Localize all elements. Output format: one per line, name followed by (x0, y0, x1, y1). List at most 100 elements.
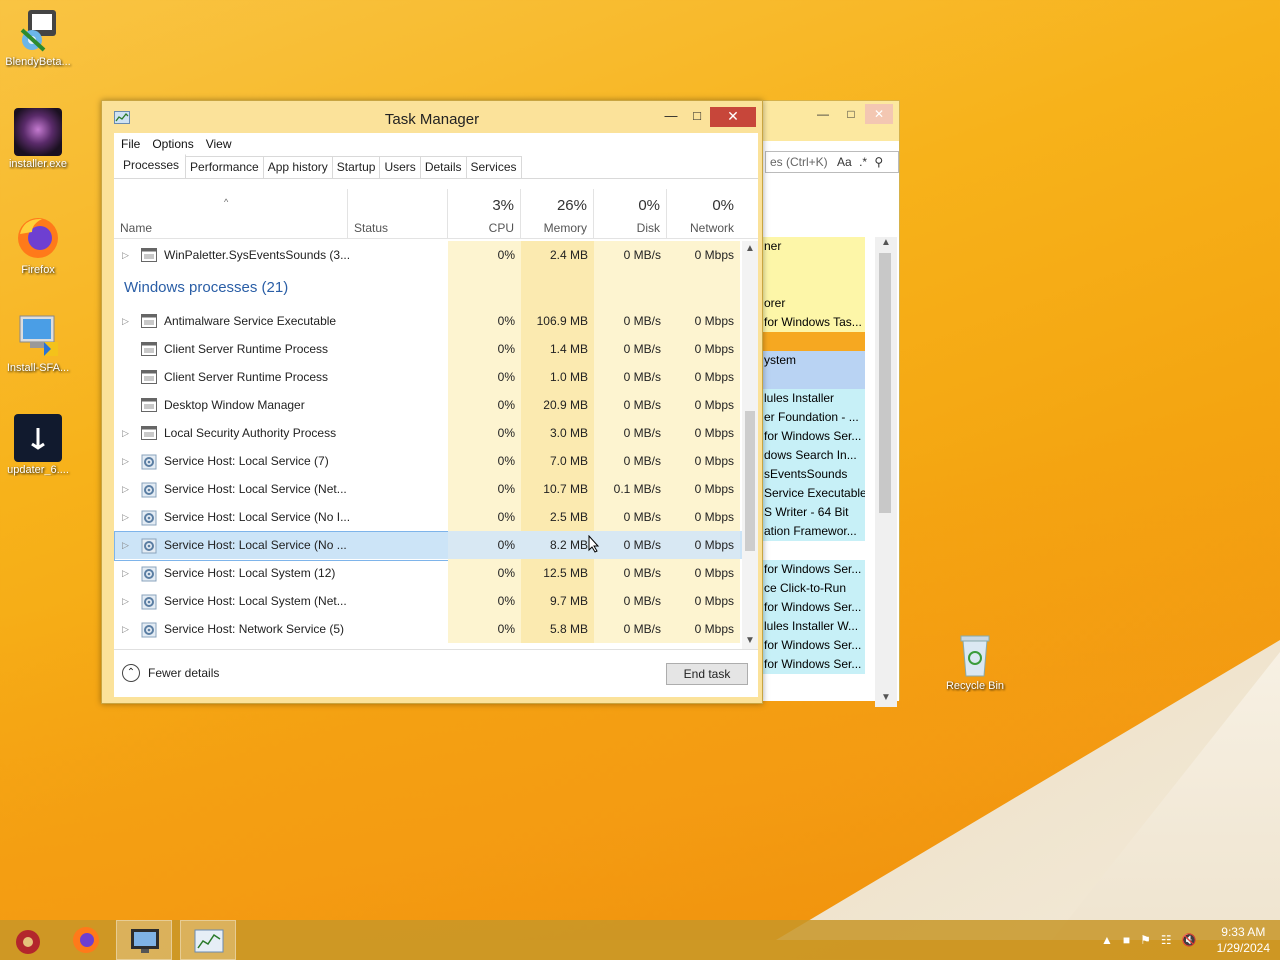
background-window[interactable]: — □ ✕ es (Ctrl+K) Aa .* ⚲ ner orer for Win… (760, 100, 900, 707)
close-button[interactable]: ✕ (710, 107, 756, 127)
expand-arrow-icon[interactable]: ▷ (122, 447, 129, 475)
process-tree-item[interactable]: for Windows Tas... (761, 313, 865, 332)
process-tree-item[interactable] (761, 275, 865, 294)
process-tree-item[interactable]: dows Search In... (761, 446, 865, 465)
column-disk[interactable]: 0% Disk (594, 189, 667, 239)
expand-arrow-icon[interactable]: ▷ (122, 475, 129, 503)
menu-file[interactable]: File (116, 137, 147, 151)
tab-services[interactable]: Services (465, 156, 522, 178)
scroll-up-icon[interactable]: ▲ (742, 241, 758, 257)
desktop-icon-blendybeta[interactable]: BlendyBeta... (0, 6, 76, 68)
action-center-icon[interactable]: ■ (1123, 933, 1130, 947)
scrollbar-thumb[interactable] (745, 411, 755, 551)
process-row[interactable]: ▷ Local Security Authority Process 0% 3.0 M… (114, 419, 742, 447)
maximize-button[interactable]: □ (684, 107, 710, 127)
process-tree-item[interactable]: ystem (761, 351, 865, 370)
network-icon[interactable]: ☷ (1161, 933, 1172, 947)
process-row[interactable]: ▷ Service Host: Local Service (No I... 0% 2… (114, 503, 742, 531)
taskbar-app-button[interactable] (0, 920, 56, 960)
taskbar-firefox-button[interactable] (58, 920, 114, 960)
process-tree-item[interactable]: Service Executable (761, 484, 865, 503)
search-input[interactable]: es (Ctrl+K) Aa .* ⚲ (765, 151, 899, 173)
process-tree-item[interactable] (761, 256, 865, 275)
expand-arrow-icon[interactable]: ▷ (122, 419, 129, 447)
process-tree-item[interactable] (761, 541, 865, 560)
clock[interactable]: 9:33 AM 1/29/2024 (1217, 924, 1270, 956)
process-tree-item[interactable]: for Windows Ser... (761, 427, 865, 446)
process-tree-item[interactable] (761, 370, 865, 389)
process-tree-item[interactable] (761, 332, 865, 351)
tab-processes[interactable]: Processes (116, 154, 187, 178)
process-row-selected[interactable]: ▷ Service Host: Local Service (No ... 0% 8.… (114, 531, 742, 561)
process-tree-item[interactable]: lules Installer (761, 389, 865, 408)
vertical-scrollbar[interactable]: ▲ ▼ (875, 237, 897, 707)
process-tree-item[interactable]: for Windows Ser... (761, 560, 865, 579)
process-row[interactable]: ▷ Service Host: Local Service (Net... 0% 10… (114, 475, 742, 503)
desktop-icon-installer[interactable]: installer.exe (0, 108, 76, 170)
process-row[interactable]: ▷ Service Host: Local System (12) 0% 12.5 M… (114, 559, 742, 587)
scroll-up-icon[interactable]: ▲ (875, 237, 897, 248)
expand-arrow-icon[interactable]: ▷ (122, 559, 129, 587)
process-row[interactable]: ▷ Service Host: Local Service (7) 0% 7.0 MB… (114, 447, 742, 475)
process-row[interactable]: ▷ Antimalware Service Executable 0% 106.9 M… (114, 307, 742, 335)
process-tree-item[interactable]: er Foundation - ... (761, 408, 865, 427)
process-tree-item[interactable]: ner (761, 237, 865, 256)
scroll-down-icon[interactable]: ▼ (742, 633, 758, 649)
desktop-icon-recycle-bin[interactable]: Recycle Bin (937, 630, 1013, 692)
column-cpu[interactable]: 3% CPU (448, 189, 521, 239)
regex-icon[interactable]: .* (859, 155, 867, 169)
process-row[interactable]: ▷ Service Host: Local System (Net... 0% 9.7… (114, 587, 742, 615)
expand-arrow-icon[interactable]: ▷ (122, 587, 129, 615)
expand-arrow-icon[interactable]: ▷ (122, 307, 129, 335)
match-case-toggle[interactable]: Aa (837, 155, 852, 169)
scrollbar-thumb[interactable] (879, 253, 891, 513)
expand-arrow-icon[interactable]: ▷ (122, 503, 129, 531)
process-row[interactable]: Desktop Window Manager 0% 20.9 MB 0 MB/s 0 M… (114, 391, 742, 419)
minimize-button[interactable]: — (809, 104, 837, 124)
process-list-scrollbar[interactable]: ▲ ▼ (742, 241, 758, 649)
tab-users[interactable]: Users (379, 156, 421, 178)
search-icon[interactable]: ⚲ (874, 155, 883, 169)
process-row[interactable]: ▷ Service Host: Network Service (5) 0% 5.8 … (114, 615, 742, 643)
flag-icon[interactable]: ⚑ (1140, 933, 1151, 947)
expand-arrow-icon[interactable]: ▷ (122, 531, 129, 559)
tab-startup[interactable]: Startup (331, 156, 381, 178)
taskbar-remote-desktop-button[interactable] (116, 920, 172, 960)
maximize-button[interactable]: □ (837, 104, 865, 124)
process-tree-item[interactable]: ce Click-to-Run (761, 579, 865, 598)
desktop-icon-updater[interactable]: updater_6.... (0, 414, 76, 476)
process-tree-item[interactable]: orer (761, 294, 865, 313)
close-button[interactable]: ✕ (865, 104, 893, 124)
column-memory[interactable]: 26% Memory (521, 189, 594, 239)
task-manager-window[interactable]: Task Manager — □ ✕ File Options View Pro… (101, 100, 763, 704)
tab-performance[interactable]: Performance (185, 156, 264, 178)
volume-muted-icon[interactable]: 🔇 (1182, 933, 1197, 947)
fewer-details-button[interactable]: ⌃ Fewer details (122, 664, 219, 682)
tab-app-history[interactable]: App history (262, 156, 333, 178)
process-row[interactable]: Client Server Runtime Process 0% 1.0 MB 0 M… (114, 363, 742, 391)
process-tree-item[interactable]: lules Installer W... (761, 617, 865, 636)
title-bar[interactable]: Task Manager — □ ✕ (102, 101, 762, 133)
taskbar-task-manager-button[interactable] (180, 920, 236, 960)
process-tree-item[interactable]: for Windows Ser... (761, 636, 865, 655)
minimize-button[interactable]: — (658, 107, 684, 127)
desktop-icon-firefox[interactable]: Firefox (0, 214, 76, 276)
column-name[interactable]: ^ Name (114, 189, 348, 239)
process-row[interactable]: Client Server Runtime Process 0% 1.4 MB 0 M… (114, 335, 742, 363)
expand-arrow-icon[interactable]: ▷ (122, 615, 129, 643)
show-hidden-icons-chevron-icon[interactable]: ▲ (1101, 933, 1113, 947)
process-tree-item[interactable]: for Windows Ser... (761, 598, 865, 617)
process-tree-item[interactable]: sEventsSounds (761, 465, 865, 484)
column-status[interactable]: Status (348, 189, 448, 239)
process-row[interactable]: ▷ WinPaletter.SysEventsSounds (3... 0% 2.4 … (114, 241, 742, 269)
process-tree-item[interactable]: ation Framewor... (761, 522, 865, 541)
process-tree-item[interactable]: for Windows Ser... (761, 655, 865, 674)
process-tree-item[interactable]: S Writer - 64 Bit (761, 503, 865, 522)
tab-details[interactable]: Details (419, 156, 467, 178)
end-task-button[interactable]: End task (666, 663, 748, 685)
menu-options[interactable]: Options (147, 137, 200, 151)
menu-view[interactable]: View (201, 137, 239, 151)
column-network[interactable]: 0% Network (667, 189, 740, 239)
scroll-down-icon[interactable]: ▼ (875, 692, 897, 703)
expand-arrow-icon[interactable]: ▷ (122, 241, 129, 269)
